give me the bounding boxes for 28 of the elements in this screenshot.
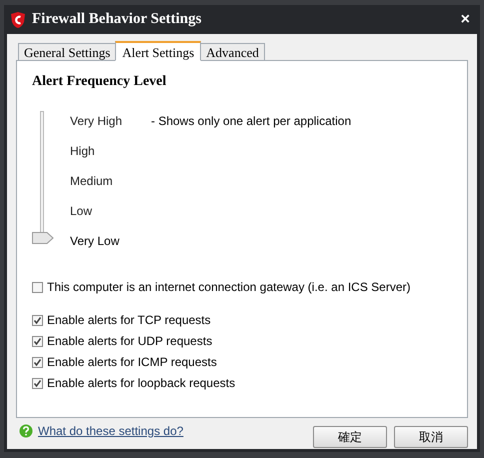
- close-button[interactable]: ×: [460, 12, 470, 28]
- level-label: High: [70, 143, 96, 160]
- section-heading: Alert Frequency Level: [32, 73, 168, 91]
- checkbox[interactable]: [32, 356, 43, 368]
- checkbox-label: Enable alerts for TCP requests: [47, 312, 211, 329]
- checkbox[interactable]: [32, 282, 43, 292]
- tab[interactable]: Alert Settings: [115, 41, 202, 61]
- shield-logo-icon: [10, 10, 26, 28]
- checkbox-label: This computer is an internet connection gateway (i.e. an ICS Server): [47, 279, 411, 296]
- level-label: Very High: [70, 113, 124, 130]
- level-label: Low: [70, 203, 94, 220]
- slider-thumb[interactable]: [32, 232, 54, 244]
- help-icon: [19, 424, 33, 438]
- checkbox[interactable]: [32, 378, 43, 388]
- dialog-button[interactable]: 取消: [394, 426, 468, 448]
- checkbox[interactable]: [32, 314, 43, 326]
- level-description: - Shows only one alert per application: [151, 113, 352, 130]
- tab[interactable]: Advanced: [200, 43, 265, 61]
- window-title: Firewall Behavior Settings: [32, 10, 202, 30]
- help-link[interactable]: What do these settings do?: [38, 422, 184, 440]
- checkbox-label: Enable alerts for UDP requests: [47, 333, 212, 350]
- level-label: Medium: [70, 173, 114, 190]
- checkbox-label: Enable alerts for ICMP requests: [47, 354, 217, 371]
- checkbox[interactable]: [32, 336, 43, 346]
- tab[interactable]: General Settings: [18, 43, 116, 61]
- dialog-button[interactable]: 確定: [313, 426, 387, 448]
- checkbox-label: Enable alerts for loopback requests: [47, 375, 236, 392]
- level-label: Very Low: [70, 233, 120, 250]
